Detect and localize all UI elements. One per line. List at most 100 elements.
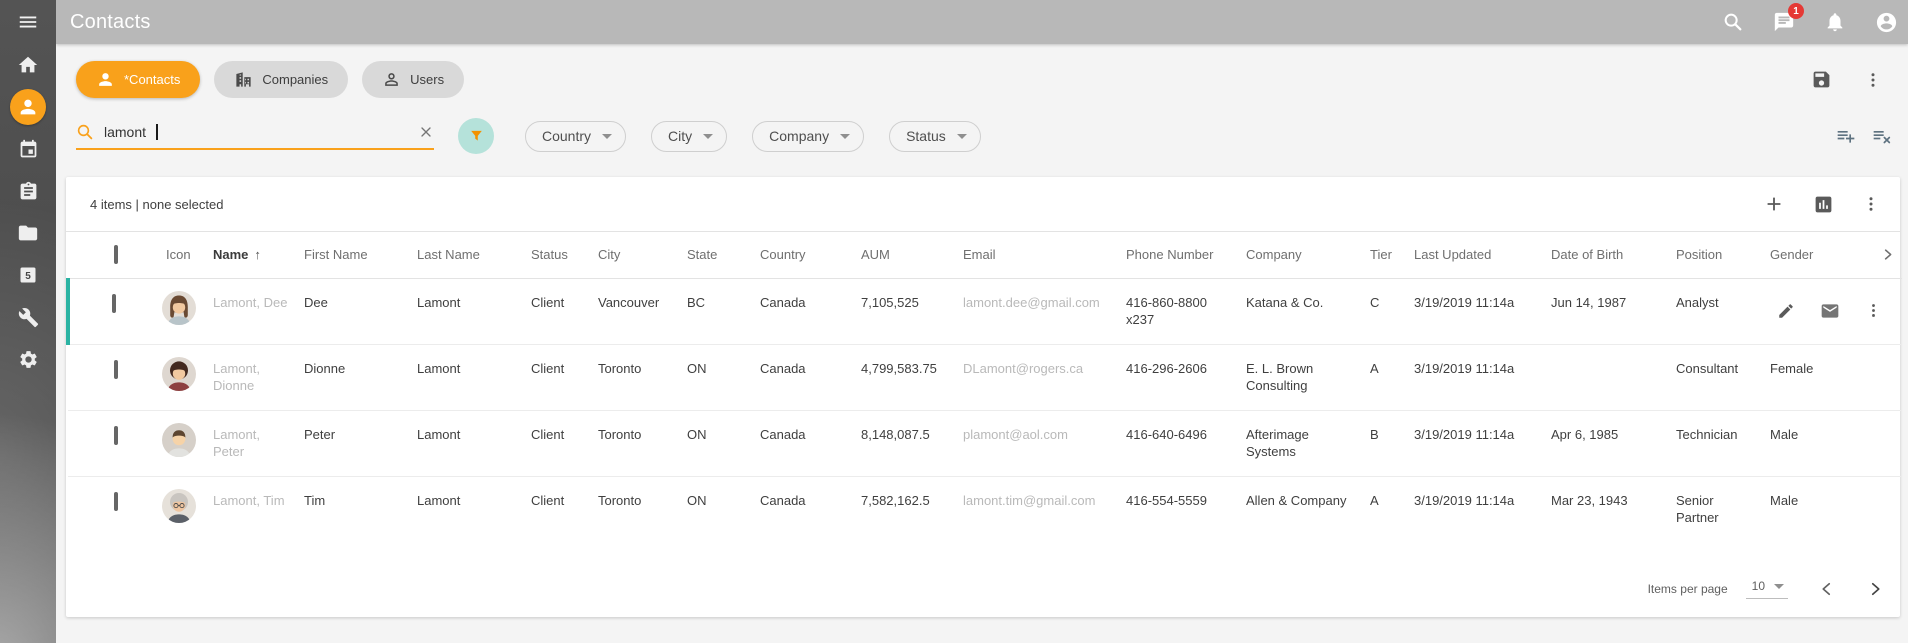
chart-view-icon[interactable] bbox=[1813, 194, 1834, 215]
sidebar-item-calendar[interactable] bbox=[0, 128, 56, 170]
cell-dob: Mar 23, 1943 bbox=[1547, 476, 1672, 542]
search-value: lamont bbox=[104, 124, 146, 140]
column-header-position[interactable]: Position bbox=[1672, 232, 1766, 278]
sidebar-item-contacts[interactable] bbox=[0, 86, 56, 128]
column-header-gender[interactable]: Gender bbox=[1766, 232, 1876, 278]
notifications-icon[interactable] bbox=[1823, 10, 1847, 34]
selection-summary: 4 items | none selected bbox=[90, 197, 223, 212]
row-checkbox[interactable] bbox=[114, 360, 118, 379]
table-row[interactable]: Lamont, Peter Peter Lamont Client Toront… bbox=[68, 410, 1902, 476]
cell-company: Allen & Company bbox=[1242, 476, 1366, 542]
add-to-list-icon[interactable] bbox=[1836, 126, 1856, 146]
table-row[interactable]: Lamont, Dee Dee Lamont Client Vancouver … bbox=[68, 278, 1902, 344]
table-more-options-icon[interactable] bbox=[1862, 195, 1880, 213]
email-icon[interactable] bbox=[1820, 301, 1840, 321]
column-header-last-name[interactable]: Last Name bbox=[413, 232, 527, 278]
search-field-icon bbox=[76, 123, 94, 141]
page-size-select[interactable]: 10 bbox=[1746, 579, 1788, 599]
messages-icon[interactable]: 1 bbox=[1772, 10, 1796, 34]
column-header-phone[interactable]: Phone Number bbox=[1122, 232, 1242, 278]
filter-funnel-icon[interactable] bbox=[458, 118, 494, 154]
cell-country: Canada bbox=[756, 410, 857, 476]
table-row[interactable]: Lamont, Tim Tim Lamont Client Toronto ON… bbox=[68, 476, 1902, 542]
avatar bbox=[162, 489, 196, 523]
cell-state: ON bbox=[683, 476, 756, 542]
more-options-icon[interactable] bbox=[1864, 71, 1882, 89]
sidebar-item-documents[interactable] bbox=[0, 212, 56, 254]
remove-from-list-icon[interactable] bbox=[1872, 126, 1892, 146]
cell-aum: 4,799,583.75 bbox=[857, 344, 959, 410]
filter-chip-status[interactable]: Status bbox=[889, 121, 981, 152]
cell-last-name: Lamont bbox=[413, 278, 527, 344]
column-header-tier[interactable]: Tier bbox=[1366, 232, 1410, 278]
column-header-company[interactable]: Company bbox=[1242, 232, 1366, 278]
sort-ascending-icon: ↑ bbox=[254, 247, 261, 262]
expand-columns-icon[interactable] bbox=[1876, 232, 1902, 278]
cell-first-name: Peter bbox=[300, 410, 413, 476]
search-input[interactable]: lamont bbox=[76, 123, 434, 150]
column-header-country[interactable]: Country bbox=[756, 232, 857, 278]
column-header-last-updated[interactable]: Last Updated bbox=[1410, 232, 1547, 278]
cell-aum: 7,105,525 bbox=[857, 278, 959, 344]
chevron-down-icon bbox=[840, 134, 850, 139]
clear-search-icon[interactable] bbox=[418, 124, 434, 140]
results-card: 4 items | none selected bbox=[66, 177, 1900, 617]
cell-company: Katana & Co. bbox=[1242, 278, 1366, 344]
edit-icon[interactable] bbox=[1777, 302, 1795, 320]
cell-dob: Apr 6, 1985 bbox=[1547, 410, 1672, 476]
cell-phone: 416-860-8800 x237 bbox=[1122, 278, 1242, 344]
cell-aum: 8,148,087.5 bbox=[857, 410, 959, 476]
row-more-options-icon[interactable] bbox=[1865, 302, 1882, 319]
tab-users-label: Users bbox=[410, 72, 444, 87]
cell-dob: Jun 14, 1987 bbox=[1547, 278, 1672, 344]
main-area: Contacts 1 *Contacts bbox=[56, 0, 1908, 643]
column-header-status[interactable]: Status bbox=[527, 232, 594, 278]
sidebar: 5 bbox=[0, 0, 56, 643]
previous-page-icon[interactable] bbox=[1818, 580, 1836, 598]
cell-tier: A bbox=[1366, 476, 1410, 542]
search-icon[interactable] bbox=[1721, 10, 1745, 34]
tab-companies[interactable]: Companies bbox=[214, 61, 348, 98]
cell-company: E. L. Brown Consulting bbox=[1242, 344, 1366, 410]
next-page-icon[interactable] bbox=[1866, 580, 1884, 598]
account-icon[interactable] bbox=[1874, 10, 1898, 34]
sidebar-item-settings[interactable] bbox=[0, 338, 56, 380]
table-row[interactable]: Lamont, Dionne Dionne Lamont Client Toro… bbox=[68, 344, 1902, 410]
tab-users[interactable]: Users bbox=[362, 61, 464, 98]
sidebar-item-tasks[interactable] bbox=[0, 170, 56, 212]
column-header-city[interactable]: City bbox=[594, 232, 683, 278]
chip-country-label: Country bbox=[542, 128, 591, 144]
cell-email: lamont.tim@gmail.com bbox=[959, 476, 1122, 542]
column-header-state[interactable]: State bbox=[683, 232, 756, 278]
add-contact-icon[interactable] bbox=[1763, 193, 1785, 215]
chevron-down-icon bbox=[602, 134, 612, 139]
column-header-aum[interactable]: AUM bbox=[857, 232, 959, 278]
cell-last-updated: 3/19/2019 11:14a bbox=[1410, 278, 1547, 344]
sidebar-item-tools[interactable] bbox=[0, 296, 56, 338]
save-icon[interactable] bbox=[1811, 69, 1832, 90]
cell-tier: A bbox=[1366, 344, 1410, 410]
sidebar-item-filter-5[interactable]: 5 bbox=[0, 254, 56, 296]
topbar: Contacts 1 bbox=[56, 0, 1908, 44]
page-title: Contacts bbox=[70, 11, 151, 34]
sidebar-item-home[interactable] bbox=[0, 44, 56, 86]
column-header-name[interactable]: Name↑ bbox=[209, 232, 300, 278]
cell-gender: Female bbox=[1766, 344, 1876, 410]
filter-chip-city[interactable]: City bbox=[651, 121, 727, 152]
cell-country: Canada bbox=[756, 278, 857, 344]
filter-chip-company[interactable]: Company bbox=[752, 121, 864, 152]
column-header-dob[interactable]: Date of Birth bbox=[1547, 232, 1672, 278]
column-header-first-name[interactable]: First Name bbox=[300, 232, 413, 278]
select-all-checkbox[interactable] bbox=[114, 245, 118, 264]
filter-chip-country[interactable]: Country bbox=[525, 121, 626, 152]
cell-city: Toronto bbox=[594, 344, 683, 410]
cell-city: Vancouver bbox=[594, 278, 683, 344]
column-header-email[interactable]: Email bbox=[959, 232, 1122, 278]
tab-contacts[interactable]: *Contacts bbox=[76, 61, 200, 98]
row-checkbox[interactable] bbox=[114, 492, 118, 511]
row-checkbox[interactable] bbox=[112, 294, 116, 313]
chevron-down-icon bbox=[957, 134, 967, 139]
row-checkbox[interactable] bbox=[114, 426, 118, 445]
menu-icon[interactable] bbox=[0, 0, 56, 44]
cell-name: Lamont, Peter bbox=[209, 410, 300, 476]
